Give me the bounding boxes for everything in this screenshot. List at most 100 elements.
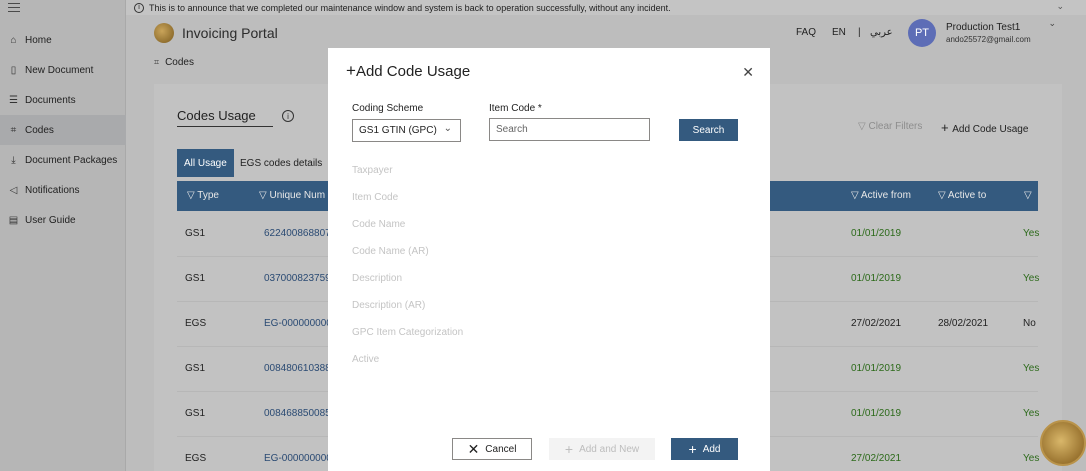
sidebar-item-home[interactable]: ⌂ Home <box>0 25 126 55</box>
field-active: Active <box>352 354 380 365</box>
filter-icon[interactable]: ▽ <box>1024 190 1032 201</box>
search-button[interactable]: Search <box>679 119 738 141</box>
cell-type: GS1 <box>185 363 206 374</box>
sidebar-item-label: Codes <box>25 124 54 136</box>
chevron-down-icon: ⌄ <box>443 123 452 134</box>
column-type[interactable]: ▽ Type <box>187 190 219 201</box>
codes-icon: ⌗ <box>154 57 160 67</box>
language-en[interactable]: EN <box>832 27 846 38</box>
cell-code[interactable]: EG-000000000 <box>264 453 332 464</box>
filter-icon: ▽ <box>858 121 869 132</box>
cell-type: EGS <box>185 453 207 464</box>
cell-type: GS1 <box>185 408 206 419</box>
field-gpc-item-categorization: GPC Item Categorization <box>352 327 464 338</box>
info-icon[interactable]: i <box>282 110 294 122</box>
close-icon[interactable]: ✕ <box>742 64 754 81</box>
sidebar-item-document-packages[interactable]: ⤓ Document Packages <box>0 145 126 175</box>
cancel-button[interactable]: ✕ Cancel <box>452 438 532 460</box>
sidebar-item-label: Documents <box>25 94 76 106</box>
cell-type: GS1 <box>185 273 206 284</box>
cell-active-from: 27/02/2021 <box>851 453 902 464</box>
sidebar-item-documents[interactable]: ☰ Documents <box>0 85 126 115</box>
column-active-to[interactable]: ▽ Active to <box>938 190 986 201</box>
sidebar-item-label: Document Packages <box>25 154 118 166</box>
clear-filters-label: Clear Filters <box>868 121 923 132</box>
cell-code[interactable]: 037000823759 <box>264 273 331 284</box>
codes-icon: ⌗ <box>10 124 17 136</box>
breadcrumb-label: Codes <box>165 57 194 68</box>
clear-filters-button[interactable]: ▽ Clear Filters <box>858 121 922 132</box>
language-ar[interactable]: عربي <box>870 27 893 38</box>
seal-logo <box>1040 420 1086 466</box>
cell-active-from: 01/01/2019 <box>851 228 902 239</box>
cell-active: Yes <box>1023 273 1040 284</box>
field-description-ar: Description (AR) <box>352 300 426 311</box>
sidebar-item-label: Home <box>25 34 52 46</box>
cell-active-to: 28/02/2021 <box>938 318 989 329</box>
breadcrumb: ⌗ Codes <box>154 57 194 68</box>
book-icon: ▤ <box>8 214 19 226</box>
tab-all-usage[interactable]: All Usage <box>177 149 234 177</box>
filter-icon: ▽ <box>259 190 270 201</box>
field-code-name-ar: Code Name (AR) <box>352 246 429 257</box>
add-code-usage-label: Add Code Usage <box>952 124 1029 135</box>
avatar[interactable]: PT <box>908 19 936 47</box>
megaphone-icon: ◁ <box>9 184 18 196</box>
column-unique-number[interactable]: ▽ Unique Num <box>259 190 325 201</box>
add-label: Add <box>702 443 721 455</box>
close-icon: ✕ <box>467 441 480 457</box>
coding-scheme-dropdown[interactable]: GS1 GTIN (GPC) ⌄ <box>352 119 461 142</box>
sidebar-item-notifications[interactable]: ◁ Notifications <box>0 175 126 205</box>
cell-code[interactable]: 008468850085 <box>264 408 331 419</box>
column-active-to-label: Active to <box>947 190 987 201</box>
announcement-bar: i This is to announce that we completed … <box>126 0 1086 15</box>
cell-active-from: 01/01/2019 <box>851 273 902 284</box>
field-code-name: Code Name <box>352 219 406 230</box>
cell-active: No <box>1023 318 1036 329</box>
field-item-code: Item Code <box>352 192 399 203</box>
sidebar-item-new-document[interactable]: ▯ New Document <box>0 55 126 85</box>
plus-icon: + <box>346 61 356 80</box>
sidebar-nav: ⌂ Home ▯ New Document ☰ Documents ⌗ Code… <box>0 0 126 471</box>
cell-active: Yes <box>1023 408 1040 419</box>
portal-logo <box>154 23 174 43</box>
cell-code[interactable]: 622400868807 <box>264 228 331 239</box>
filter-icon: ▽ <box>187 190 198 201</box>
cell-active: Yes <box>1023 363 1040 374</box>
plus-icon: + <box>688 441 697 457</box>
cell-active-from: 01/01/2019 <box>851 363 902 374</box>
plus-icon: + <box>941 120 953 135</box>
sidebar-item-codes[interactable]: ⌗ Codes <box>0 115 126 145</box>
sidebar-item-user-guide[interactable]: ▤ User Guide <box>0 205 126 235</box>
cell-code[interactable]: EG-000000000 <box>264 318 332 329</box>
cell-active-from: 27/02/2021 <box>851 318 902 329</box>
documents-icon: ☰ <box>9 94 18 106</box>
add-button[interactable]: + Add <box>671 438 738 460</box>
item-code-label: Item Code * <box>489 103 542 114</box>
item-code-search-input[interactable] <box>489 118 650 141</box>
tab-egs-codes-details[interactable]: EGS codes details <box>233 149 329 177</box>
cell-code[interactable]: 008480610388 <box>264 363 331 374</box>
add-code-usage-button[interactable]: + Add Code Usage <box>941 120 1028 135</box>
field-description: Description <box>352 273 403 284</box>
sidebar-item-label: User Guide <box>25 214 76 226</box>
column-active-from-label: Active from <box>860 190 911 201</box>
info-icon: i <box>134 2 144 13</box>
coding-scheme-label: Coding Scheme <box>352 103 424 114</box>
sidebar-item-label: New Document <box>25 64 94 76</box>
home-icon: ⌂ <box>10 34 17 46</box>
add-and-new-button[interactable]: + Add and New <box>549 438 655 460</box>
download-icon: ⤓ <box>11 154 16 166</box>
cell-active: Yes <box>1023 453 1040 464</box>
faq-link[interactable]: FAQ <box>796 27 816 38</box>
field-taxpayer: Taxpayer <box>352 165 393 176</box>
coding-scheme-value: GS1 GTIN (GPC) <box>359 125 437 136</box>
add-and-new-label: Add and New <box>579 443 640 455</box>
hamburger-icon[interactable] <box>8 3 20 13</box>
plus-icon: + <box>564 441 574 457</box>
chevron-down-icon[interactable]: ⌄ <box>1048 18 1056 29</box>
chevron-down-icon[interactable]: ⌄ <box>1056 1 1064 12</box>
column-active-from[interactable]: ▽ Active from <box>851 190 911 201</box>
user-email: ando25572@gmail.com <box>946 35 1031 44</box>
filter-icon: ▽ <box>851 190 861 201</box>
